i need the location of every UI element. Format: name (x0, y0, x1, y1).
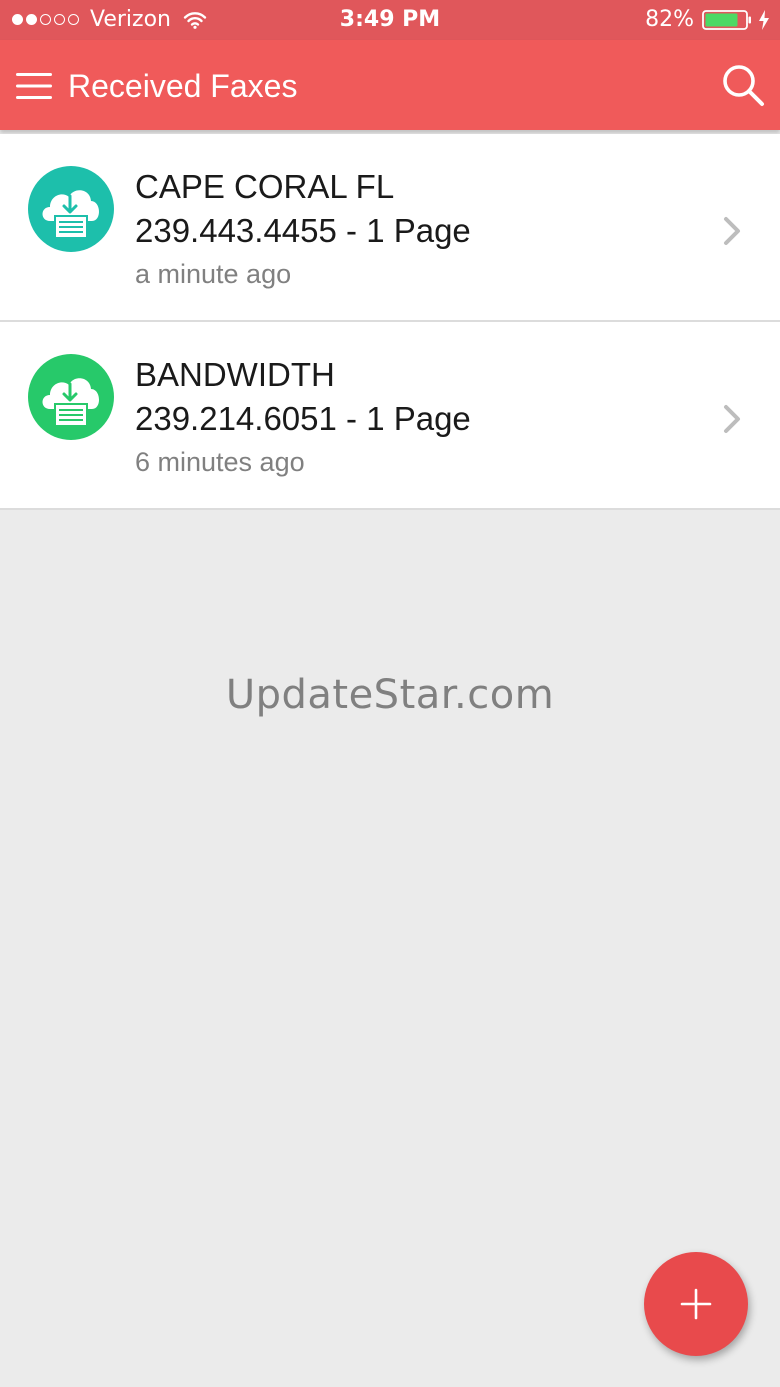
charging-bolt-icon (759, 9, 769, 30)
cloud-download-fax-icon (28, 166, 114, 252)
battery-icon (702, 9, 751, 30)
hamburger-menu-icon[interactable] (14, 70, 54, 102)
app-bar: Received Faxes (0, 40, 780, 130)
plus-icon (680, 1288, 712, 1320)
fax-number-pages: 239.443.4455 - 1 Page (135, 212, 471, 249)
chevron-right-icon (724, 405, 740, 433)
page-title: Received Faxes (68, 68, 298, 104)
battery-percent: 82% (645, 7, 694, 32)
chevron-right-icon (724, 217, 740, 245)
list-item-fax[interactable]: CAPE CORAL FL 239.443.4455 - 1 Page a mi… (0, 134, 780, 322)
fax-timestamp: a minute ago (135, 259, 292, 289)
new-fax-button[interactable] (644, 1252, 748, 1356)
fax-timestamp: 6 minutes ago (135, 447, 305, 477)
watermark-text: UpdateStar.com (225, 672, 555, 718)
fax-sender-name: BANDWIDTH (135, 356, 335, 393)
list-item-fax[interactable]: BANDWIDTH 239.214.6051 - 1 Page 6 minute… (0, 322, 780, 510)
fax-sender-name: CAPE CORAL FL (135, 168, 395, 205)
received-faxes-list: CAPE CORAL FL 239.443.4455 - 1 Page a mi… (0, 134, 780, 510)
fax-number-pages: 239.214.6051 - 1 Page (135, 400, 471, 437)
search-icon[interactable] (720, 62, 766, 108)
status-bar: Verizon 3:49 PM 82% (0, 0, 780, 40)
cloud-download-fax-icon (28, 354, 114, 440)
status-right: 82% (645, 7, 770, 32)
